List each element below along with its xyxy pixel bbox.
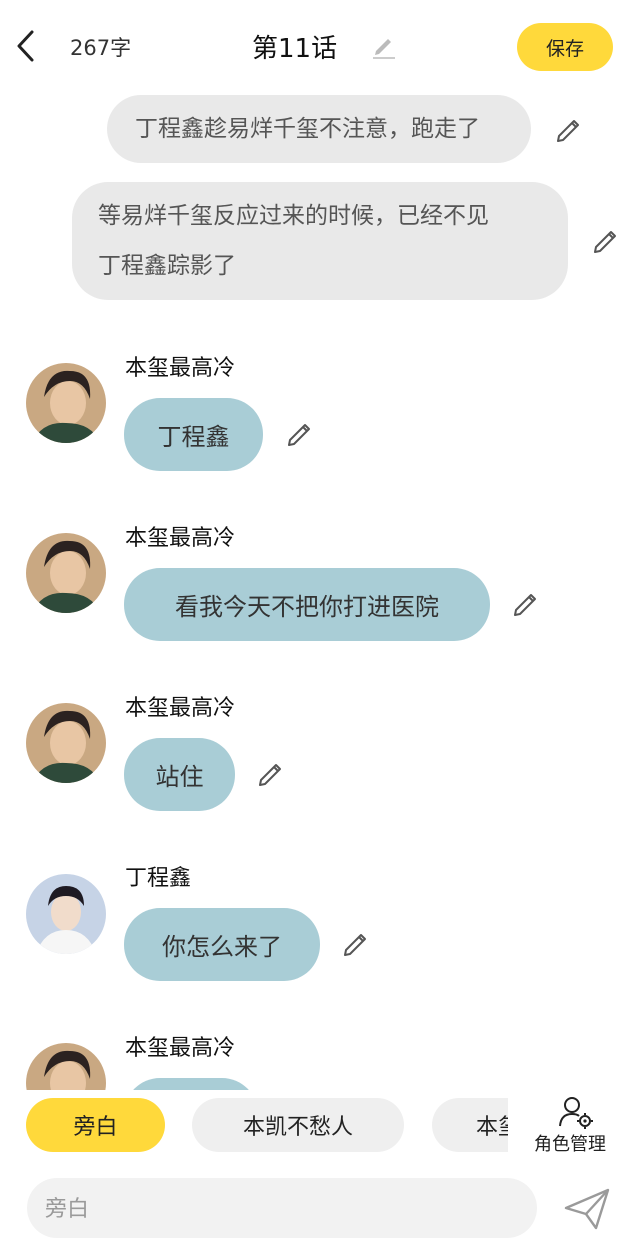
chat-area[interactable]: 丁程鑫趁易烊千玺不注意，跑走了 等易烊千玺反应过来的时候，已经不见 丁程鑫踪影了… [0,90,640,1090]
speaker-name: 本玺最高冷 [125,356,236,381]
role-chip[interactable]: 本玺 [432,1098,508,1152]
avatar-image [26,363,106,443]
message-input-wrapper [27,1178,537,1238]
edit-message-button[interactable] [511,590,539,618]
edit-narration-button[interactable] [554,116,582,144]
speaker-name: 本玺最高冷 [125,526,236,551]
role-chip-narrator[interactable]: 旁白 [26,1098,165,1152]
top-bar: 267字 第11话 保存 [0,0,640,95]
pencil-icon [259,764,281,786]
avatar[interactable] [26,533,106,613]
narration-text-line: 丁程鑫踪影了 [98,253,236,279]
role-chip[interactable]: 本凯不愁人 [192,1098,404,1152]
avatar[interactable] [26,363,106,443]
pencil-icon [344,934,366,956]
avatar[interactable] [26,1043,106,1090]
pencil-icon [594,231,616,253]
message-bubble[interactable] [124,1078,258,1090]
message-bubble[interactable]: 丁程鑫 [124,398,263,471]
narration-text-line: 等易烊千玺反应过来的时候，已经不见 [98,203,489,229]
role-selector: 旁白 本凯不愁人 本玺 角色管理 [0,1090,640,1162]
speaker-name: 丁程鑫 [125,866,192,891]
edit-message-button[interactable] [341,930,369,958]
message-bubble[interactable]: 看我今天不把你打进医院 [124,568,490,641]
episode-title: 第11话 [252,34,338,64]
edit-narration-button[interactable] [591,227,619,255]
narration-text: 丁程鑫趁易烊千玺不注意，跑走了 [135,116,480,142]
pencil-icon [373,39,395,59]
avatar-image [26,533,106,613]
word-count: 267字 [70,36,132,60]
pencil-icon [514,594,536,616]
chevron-left-icon [17,30,34,62]
avatar-image [26,703,106,783]
speaker-name: 本玺最高冷 [125,1036,236,1061]
message-bubble[interactable]: 你怎么来了 [124,908,320,981]
send-button[interactable] [562,1184,612,1232]
back-button[interactable] [12,28,42,64]
edit-message-button[interactable] [256,760,284,788]
save-button[interactable]: 保存 [517,23,613,71]
edit-message-button[interactable] [285,420,313,448]
narration-bubble[interactable]: 等易烊千玺反应过来的时候，已经不见 丁程鑫踪影了 [72,182,568,300]
role-manage-label: 角色管理 [534,1134,606,1155]
message-bubble[interactable]: 站住 [124,738,235,811]
avatar[interactable] [26,874,106,954]
edit-title-button[interactable] [370,32,398,60]
role-manage-button[interactable]: 角色管理 [528,1090,628,1162]
avatar-image [26,1043,106,1090]
narration-bubble[interactable]: 丁程鑫趁易烊千玺不注意，跑走了 [107,95,531,163]
message-input[interactable] [43,1186,527,1232]
avatar-image [26,874,106,954]
user-gear-icon [559,1097,593,1129]
avatar[interactable] [26,703,106,783]
speaker-name: 本玺最高冷 [125,696,236,721]
pencil-icon [288,424,310,446]
pencil-icon [557,120,579,142]
paper-plane-icon [564,1188,610,1230]
